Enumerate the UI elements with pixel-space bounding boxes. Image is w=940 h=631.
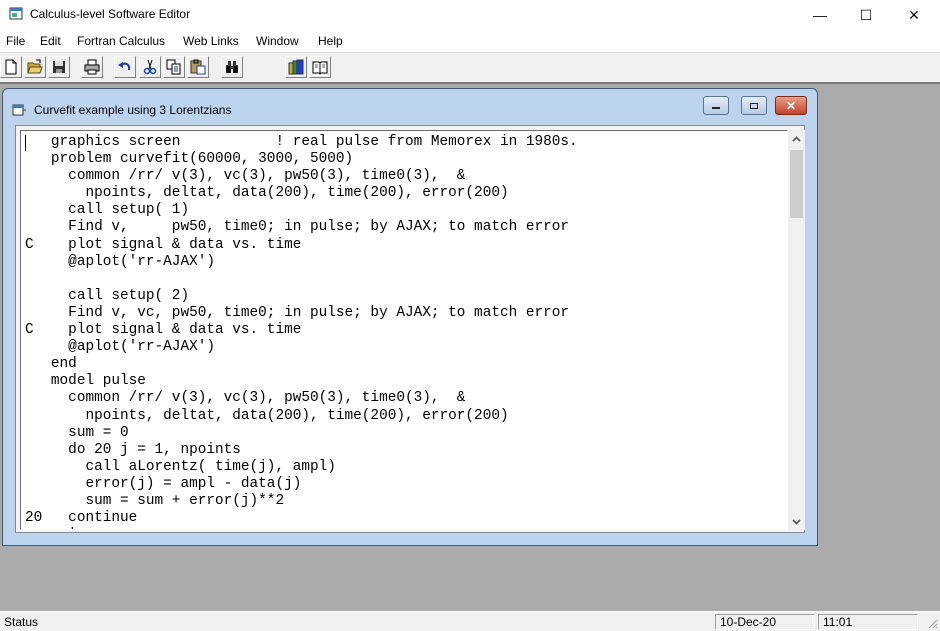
editor-frame: graphics screen ! real pulse from Memore… [15,125,805,533]
minimize-button[interactable]: — [797,0,843,30]
paste-button[interactable] [187,56,209,78]
books-icon [288,59,304,75]
restore-icon [750,102,758,109]
status-time: 11:01 [818,614,918,630]
document-maximize-button[interactable] [741,96,767,115]
toolbar [0,53,940,84]
minimize-icon: — [813,7,827,23]
maximize-icon: ☐ [859,6,873,23]
code-text[interactable]: graphics screen ! real pulse from Memore… [25,134,578,529]
undo-button[interactable] [114,56,136,78]
close-icon: ✕ [908,6,920,23]
binoculars-icon [226,61,238,73]
new-file-button[interactable] [0,56,22,78]
menu-fortran-calculus[interactable]: Fortran Calculus [77,34,165,48]
scroll-up-button[interactable] [788,130,805,147]
chevron-up-icon [792,135,801,142]
save-button[interactable] [48,56,70,78]
save-icon [53,61,65,73]
document-minimize-button[interactable] [703,96,729,115]
copy-button[interactable] [163,56,185,78]
app-title: Calculus-level Software Editor [30,7,191,21]
menu-edit[interactable]: Edit [40,34,61,48]
maximize-button[interactable]: ☐ [843,0,889,30]
vertical-scrollbar[interactable] [788,130,805,530]
minimize-icon [712,106,720,109]
undo-icon [118,62,131,71]
mdi-workspace: Curvefit example using 3 Lorentzians ✕ g… [0,84,940,610]
copy-icon [166,59,181,75]
find-button[interactable] [221,56,243,78]
scroll-thumb[interactable] [790,150,803,218]
open-button[interactable] [24,56,46,78]
menu-window[interactable]: Window [256,34,299,48]
status-date: 10-Dec-20 [715,614,815,630]
cut-button[interactable] [139,56,161,78]
status-text: Status [4,615,39,629]
paste-icon [190,59,206,75]
print-button[interactable] [81,56,103,78]
chevron-down-icon [792,518,801,525]
menu-bar: File Edit Fortran Calculus Web Links Win… [0,30,940,53]
close-button[interactable]: ✕ [891,0,937,30]
document-close-button[interactable]: ✕ [775,96,807,115]
menu-help[interactable]: Help [318,34,343,48]
help-book-button[interactable] [309,56,331,78]
scroll-down-button[interactable] [788,513,805,530]
menu-web-links[interactable]: Web Links [183,34,239,48]
print-icon [84,59,100,75]
open-book-icon [312,61,328,75]
library-button[interactable] [285,56,307,78]
document-icon [12,104,26,116]
close-icon: ✕ [785,98,797,113]
status-bar: Status 10-Dec-20 11:01 [0,611,940,631]
document-title: Curvefit example using 3 Lorentzians [34,103,232,117]
document-window: Curvefit example using 3 Lorentzians ✕ g… [2,88,818,546]
resize-grip-icon[interactable] [926,617,938,629]
new-file-icon [5,59,17,75]
cut-icon [143,59,157,75]
app-titlebar: Calculus-level Software Editor — ☐ ✕ [0,0,940,30]
app-icon [9,7,23,20]
open-folder-icon [27,59,43,74]
code-editor[interactable]: graphics screen ! real pulse from Memore… [20,130,788,530]
menu-file[interactable]: File [6,34,25,48]
